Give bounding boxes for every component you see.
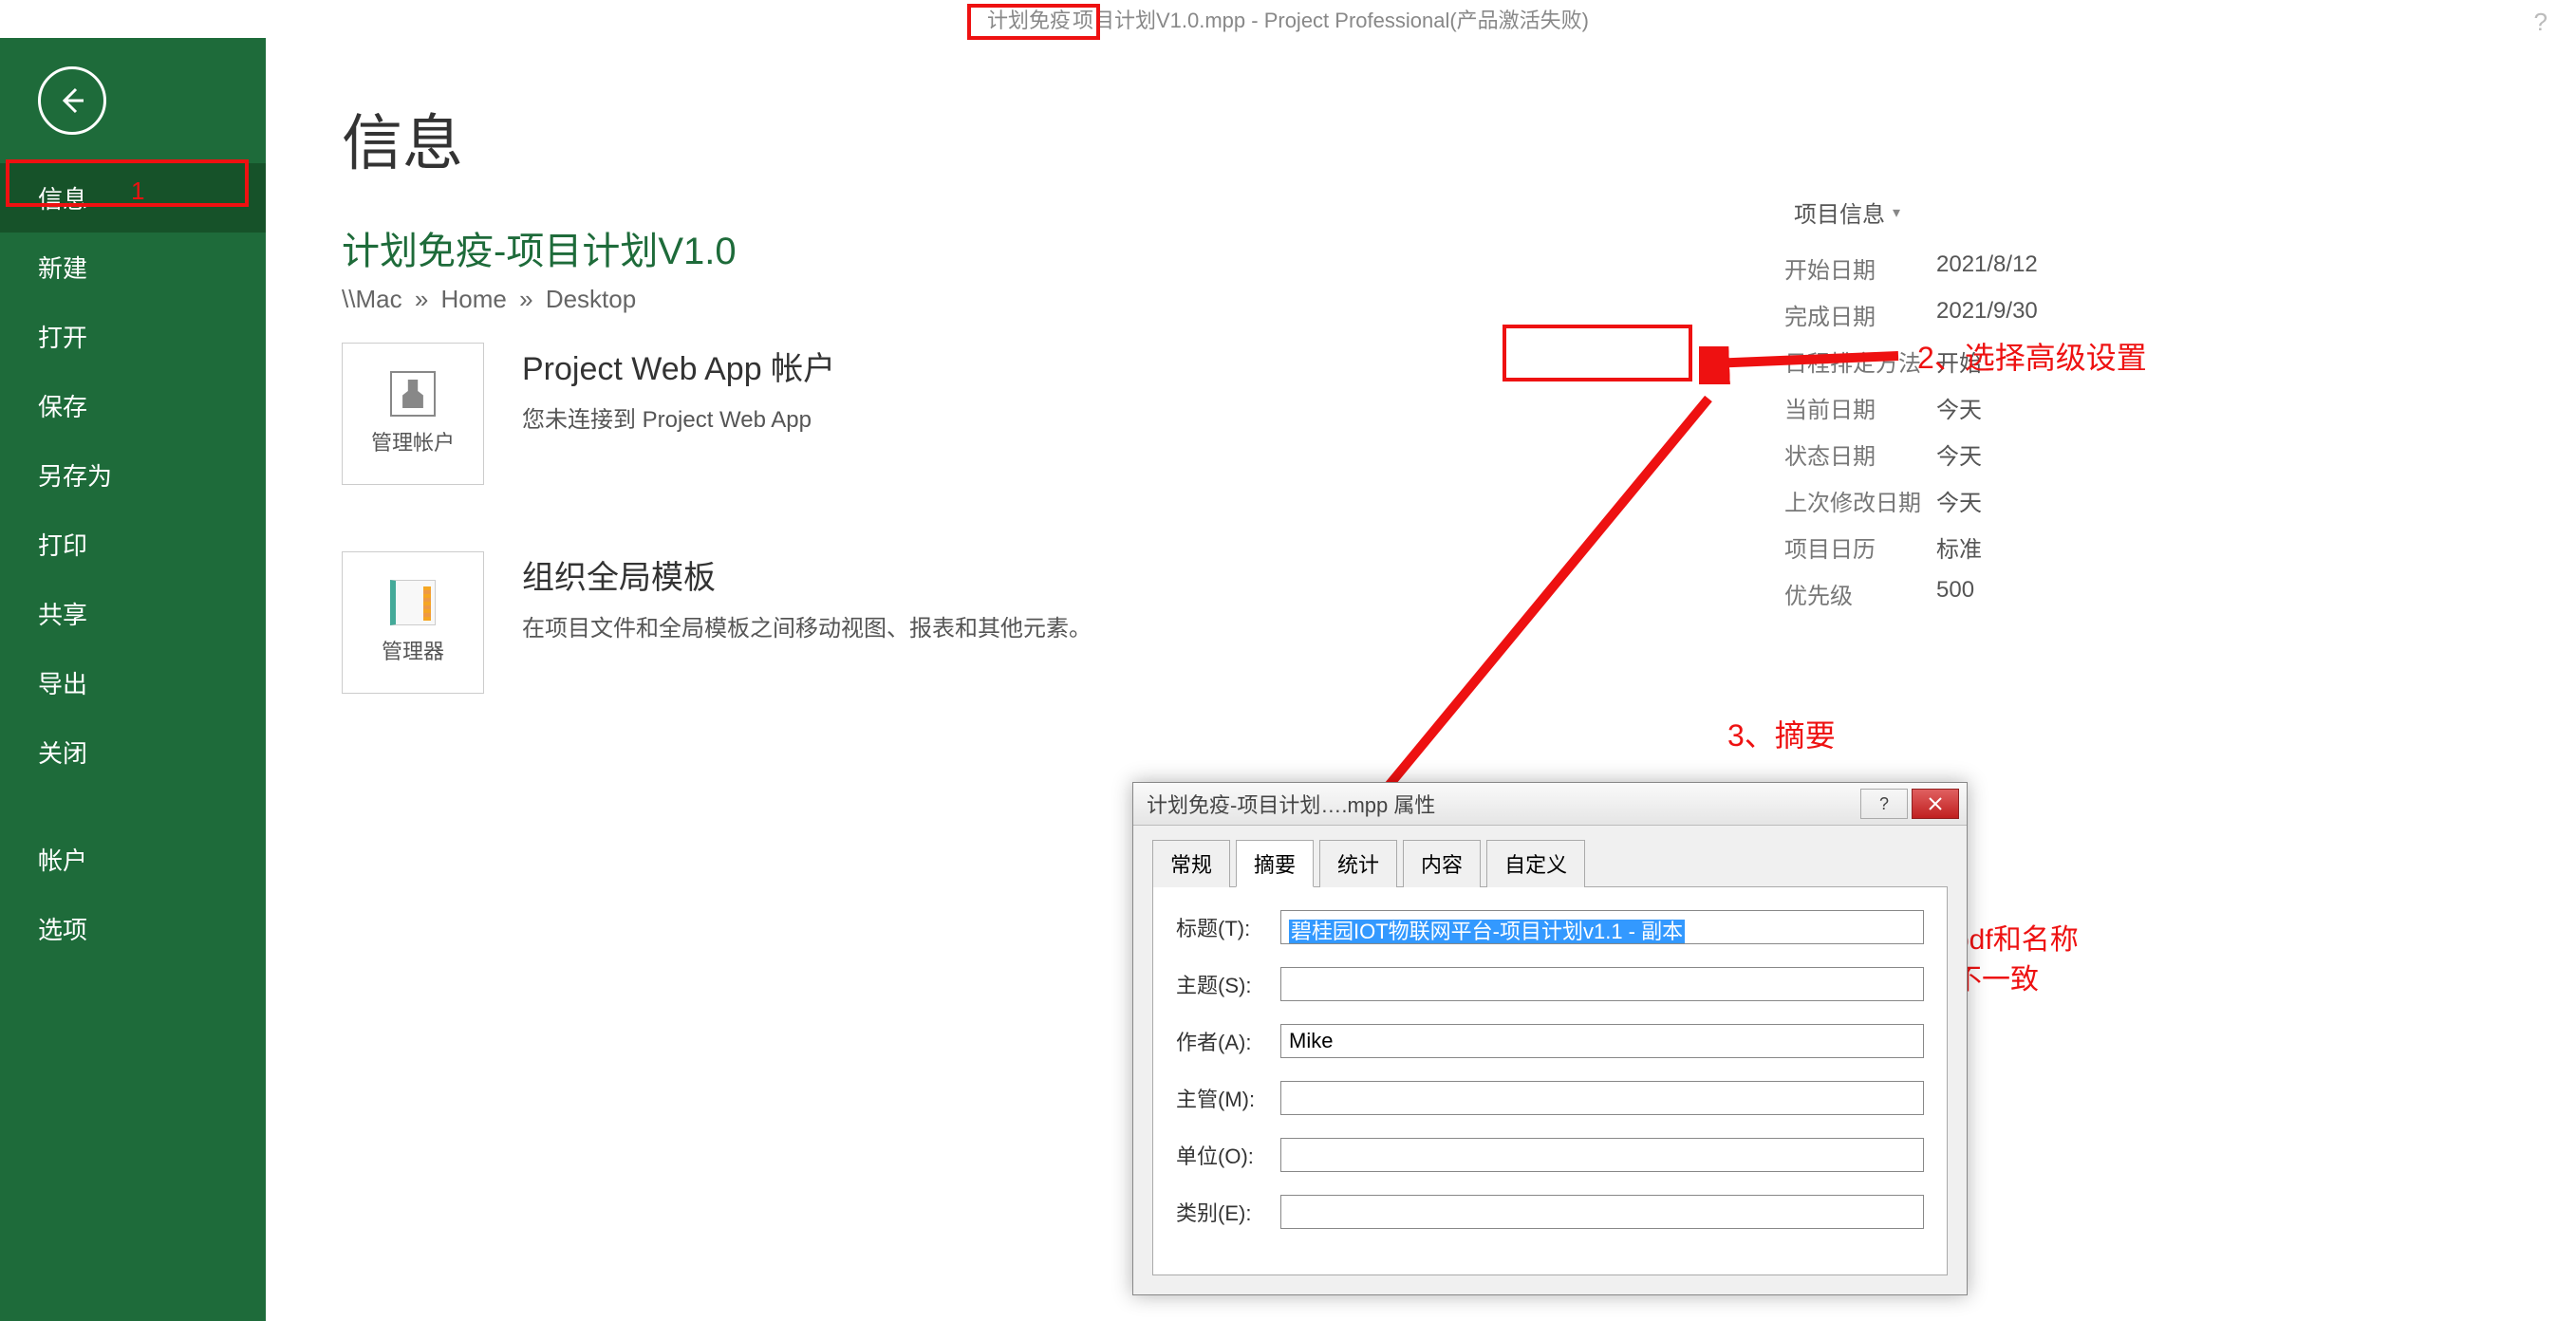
window-titlebar: 计划免疫项目计划V1.0.mpp - Project Professional(… xyxy=(0,0,2576,38)
dialog-tabs: 常规 摘要 统计 内容 自定义 xyxy=(1152,839,1948,887)
sidebar-item-account[interactable]: 帐户 xyxy=(0,825,266,894)
field-title-row: 标题(T): 碧桂园IOT物联网平台-项目计划v1.1 - 副本 xyxy=(1176,910,1924,944)
field-company-label: 单位(O): xyxy=(1176,1140,1280,1170)
tab-statistics[interactable]: 统计 xyxy=(1319,840,1397,887)
properties-dialog: 计划免疫-项目计划….mpp 属性 ? 常规 摘要 统计 内容 自定义 标题(T… xyxy=(1132,782,1968,1295)
project-info-dropdown[interactable]: 项目信息 ▾ xyxy=(1784,190,1910,234)
sidebar-item-share[interactable]: 共享 xyxy=(0,579,266,648)
field-subject-input[interactable] xyxy=(1280,967,1924,1001)
dialog-body: 常规 摘要 统计 内容 自定义 标题(T): 碧桂园IOT物联网平台-项目计划v… xyxy=(1133,826,1967,1294)
field-category-row: 类别(E): xyxy=(1176,1195,1924,1229)
tab-general[interactable]: 常规 xyxy=(1152,840,1230,887)
help-icon[interactable]: ? xyxy=(2534,8,2548,37)
title-rest: 项目计划V1.0.mpp - Project Professional(产品激活… xyxy=(1073,4,1589,34)
tab-custom[interactable]: 自定义 xyxy=(1486,840,1585,887)
field-author-input[interactable]: Mike xyxy=(1280,1024,1924,1058)
field-category-input[interactable] xyxy=(1280,1195,1924,1229)
pwa-heading: Project Web App 帐户 xyxy=(522,343,835,389)
field-company-input[interactable] xyxy=(1280,1138,1924,1172)
field-author-label: 作者(A): xyxy=(1176,1026,1280,1056)
project-info-panel: 项目信息 ▾ 开始日期2021/8/12 完成日期2021/9/30 日程排定方… xyxy=(1784,190,2107,610)
sidebar-item-saveas[interactable]: 另存为 xyxy=(0,440,266,510)
dialog-titlebar[interactable]: 计划免疫-项目计划….mpp 属性 ? xyxy=(1133,783,1967,826)
document-title: 计划免疫-项目计划V1.0 xyxy=(342,220,2500,275)
field-title-label: 标题(T): xyxy=(1176,912,1280,942)
chevron-down-icon: ▾ xyxy=(1893,203,1900,222)
dialog-window-buttons: ? xyxy=(1860,789,1967,819)
back-button[interactable] xyxy=(38,66,106,135)
tab-contents[interactable]: 内容 xyxy=(1403,840,1481,887)
page-title: 信息 xyxy=(342,95,2500,182)
organizer-heading: 组织全局模板 xyxy=(522,551,1092,598)
dialog-title: 计划免疫-项目计划….mpp 属性 xyxy=(1147,789,1435,819)
pwa-desc: 您未连接到 Project Web App xyxy=(522,400,835,434)
organizer-tile[interactable]: 管理器 xyxy=(342,551,484,694)
field-subject-label: 主题(S): xyxy=(1176,969,1280,999)
tab-summary[interactable]: 摘要 xyxy=(1236,840,1314,887)
sidebar-item-open[interactable]: 打开 xyxy=(0,302,266,371)
sidebar-item-print[interactable]: 打印 xyxy=(0,510,266,579)
field-author-row: 作者(A): Mike xyxy=(1176,1024,1924,1058)
organizer-text: 组织全局模板 在项目文件和全局模板之间移动视图、报表和其他元素。 xyxy=(522,551,1092,642)
field-manager-input[interactable] xyxy=(1280,1081,1924,1115)
close-icon xyxy=(1928,796,1943,811)
organizer-icon xyxy=(390,580,436,625)
pwa-section: 管理帐户 Project Web App 帐户 您未连接到 Project We… xyxy=(342,343,2500,485)
back-arrow-icon xyxy=(55,84,89,118)
field-subject-row: 主题(S): xyxy=(1176,967,1924,1001)
breadcrumb: \\Mac » Home » Desktop xyxy=(342,285,2500,314)
organizer-section: 管理器 组织全局模板 在项目文件和全局模板之间移动视图、报表和其他元素。 xyxy=(342,551,2500,694)
dialog-close-button[interactable] xyxy=(1912,789,1959,819)
account-icon xyxy=(390,371,436,417)
sidebar-item-close[interactable]: 关闭 xyxy=(0,717,266,787)
field-title-input[interactable]: 碧桂园IOT物联网平台-项目计划v1.1 - 副本 xyxy=(1280,910,1924,944)
backstage-sidebar: 信息 新建 打开 保存 另存为 打印 共享 导出 关闭 帐户 选项 xyxy=(0,38,266,1321)
sidebar-item-info[interactable]: 信息 xyxy=(0,163,266,233)
organizer-desc: 在项目文件和全局模板之间移动视图、报表和其他元素。 xyxy=(522,609,1092,642)
sidebar-item-options[interactable]: 选项 xyxy=(0,894,266,963)
field-category-label: 类别(E): xyxy=(1176,1197,1280,1227)
dialog-help-button[interactable]: ? xyxy=(1860,789,1908,819)
project-info-grid: 开始日期2021/8/12 完成日期2021/9/30 日程排定方法开始 当前日… xyxy=(1784,251,2107,610)
sidebar-item-save[interactable]: 保存 xyxy=(0,371,266,440)
field-manager-row: 主管(M): xyxy=(1176,1081,1924,1115)
sidebar-item-export[interactable]: 导出 xyxy=(0,648,266,717)
title-prefix: 计划免疫 xyxy=(987,4,1071,34)
pwa-text: Project Web App 帐户 您未连接到 Project Web App xyxy=(522,343,835,434)
field-company-row: 单位(O): xyxy=(1176,1138,1924,1172)
field-manager-label: 主管(M): xyxy=(1176,1083,1280,1113)
tab-panel-summary: 标题(T): 碧桂园IOT物联网平台-项目计划v1.1 - 副本 主题(S): … xyxy=(1152,887,1948,1275)
manage-account-tile[interactable]: 管理帐户 xyxy=(342,343,484,485)
sidebar-item-new[interactable]: 新建 xyxy=(0,233,266,302)
